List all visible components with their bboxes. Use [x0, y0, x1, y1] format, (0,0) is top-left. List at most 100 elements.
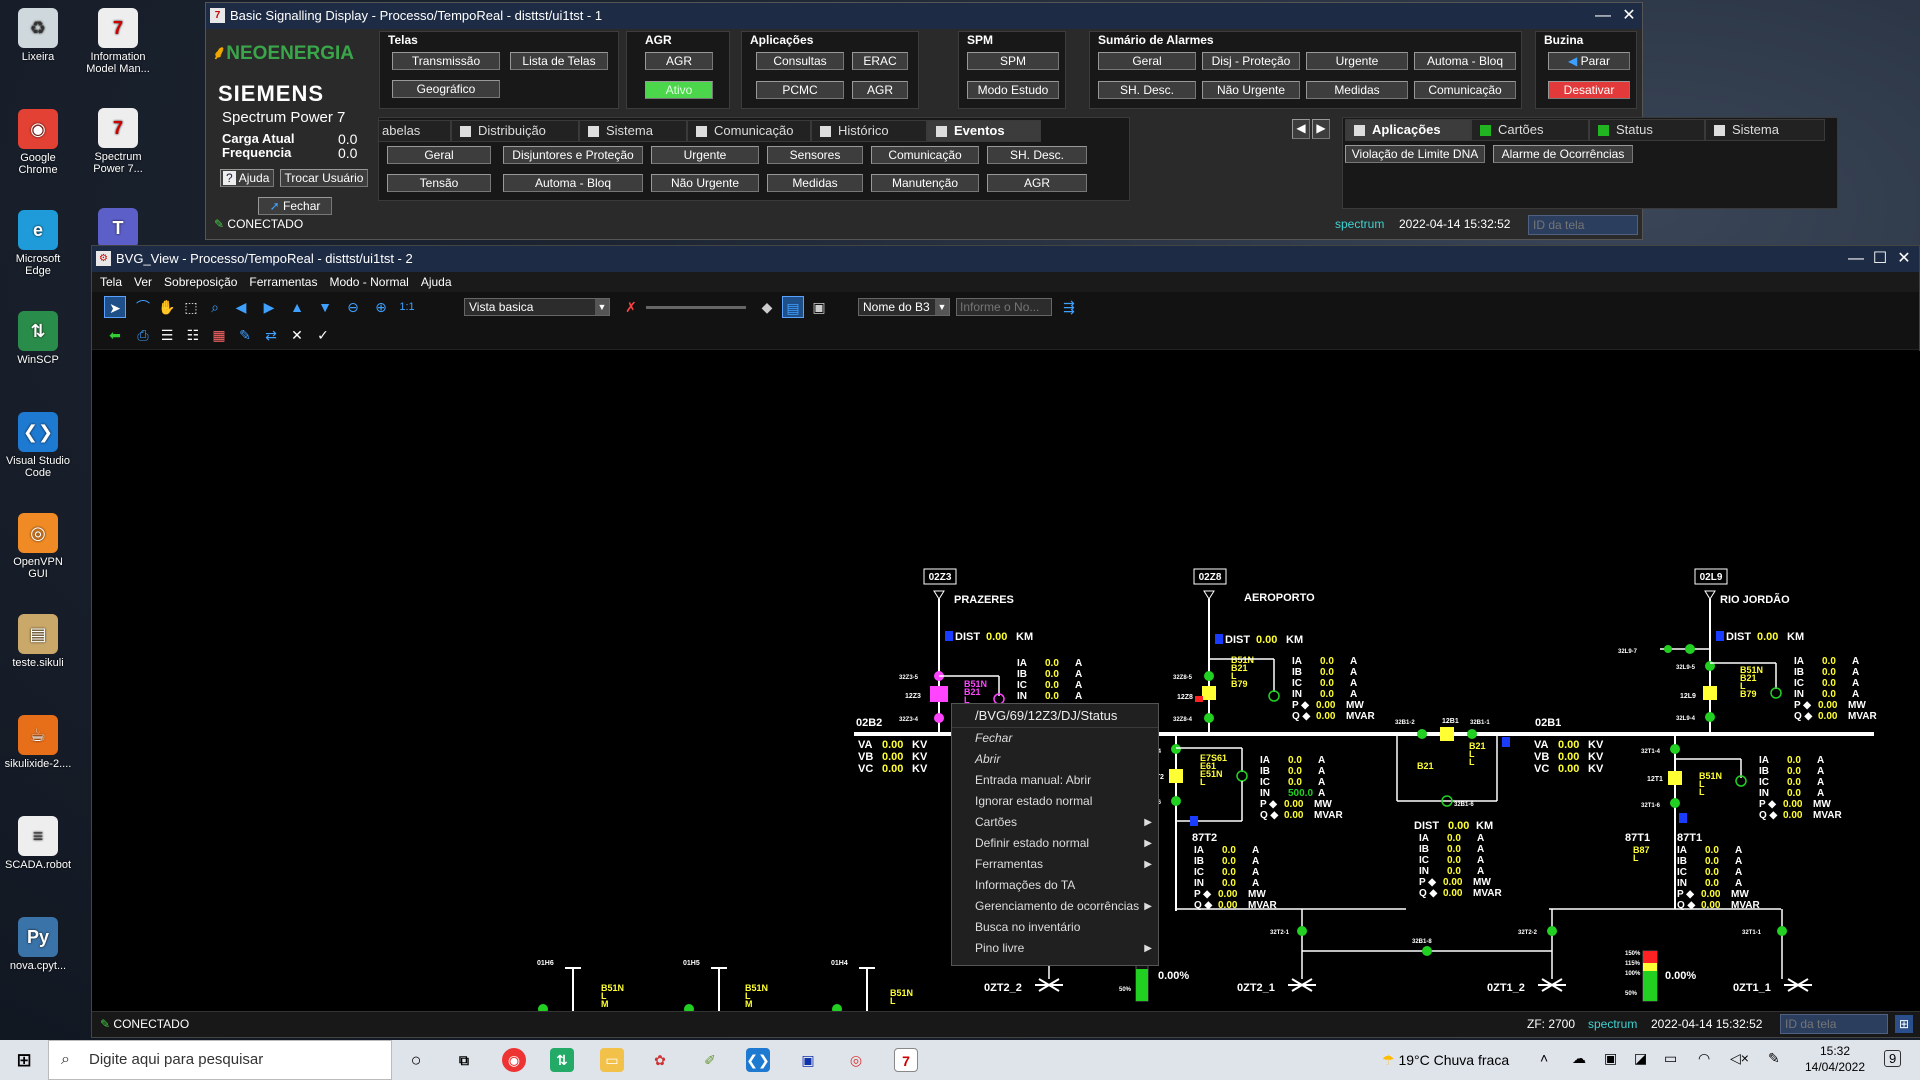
alarm-tab-button[interactable]: Manutenção	[871, 174, 979, 192]
alarm-medidas-button[interactable]: Medidas	[1306, 81, 1408, 99]
desktop-icon[interactable]: ❮❯ Visual Studio Code	[4, 412, 72, 479]
onedrive-icon[interactable]: ☁	[1572, 1050, 1586, 1067]
remote-desktop-icon[interactable]: ▣	[796, 1048, 820, 1072]
tab-3[interactable]: Comunicação	[687, 120, 811, 142]
bvg-id-input[interactable]	[1780, 1014, 1888, 1034]
menu-item[interactable]: Modo - Normal	[329, 275, 408, 289]
alarm-tab-button[interactable]: Sensores	[767, 146, 863, 164]
search-go-icon[interactable]: ⇶	[1058, 296, 1080, 318]
tab-0[interactable]: abelas	[379, 120, 451, 142]
agr-app-button[interactable]: AGR	[852, 81, 908, 99]
layers-icon[interactable]: ◆	[756, 296, 778, 318]
pointer-tool-icon[interactable]: ➤	[104, 296, 126, 318]
back-arrow-icon[interactable]: ⬅	[104, 324, 126, 346]
chart-icon[interactable]: ▦	[208, 324, 230, 346]
tab-1[interactable]: Distribuição	[451, 120, 579, 142]
lista-telas-button[interactable]: Lista de Telas	[510, 52, 608, 70]
arrow-down-icon[interactable]: ▼	[314, 296, 336, 318]
alarm-comunicacao-button[interactable]: Comunicação	[1414, 81, 1516, 99]
context-menu-item[interactable]: Abrir	[952, 749, 1158, 770]
desktop-icon[interactable]: ◎ OpenVPN GUI	[4, 513, 72, 580]
print-icon[interactable]: ⎙	[132, 324, 154, 346]
tab-scroll-left-icon[interactable]: ◀	[1292, 119, 1310, 139]
export-icon[interactable]: ▣	[808, 296, 830, 318]
transmissao-button[interactable]: Transmissão	[392, 52, 500, 70]
context-menu-item[interactable]: Definir estado normal ▶	[952, 833, 1158, 854]
element-name-input[interactable]	[956, 298, 1052, 316]
tab-5[interactable]: Eventos	[927, 120, 1041, 142]
arrow-left-icon[interactable]: ◀	[230, 296, 252, 318]
volume-icon[interactable]: ◁×	[1730, 1050, 1749, 1067]
chrome-taskbar-icon[interactable]: ◉	[502, 1048, 526, 1072]
alarm-nao-urgente-button[interactable]: Não Urgente	[1202, 81, 1300, 99]
app-tab-3[interactable]: Sistema	[1705, 119, 1825, 141]
desktop-icon[interactable]: 7 Information Model Man...	[84, 8, 152, 75]
swap-icon[interactable]: ⇄	[260, 324, 282, 346]
pen-icon[interactable]: ✎	[1768, 1050, 1780, 1067]
context-menu-item[interactable]: Gerenciamento de ocorrências ▶	[952, 896, 1158, 917]
spm-button[interactable]: SPM	[967, 52, 1059, 70]
alarm-tab-button[interactable]: Automa - Bloq	[503, 174, 643, 192]
parar-button[interactable]: ◀ Parar	[1548, 52, 1630, 70]
windows-start-icon[interactable]: ⊞	[12, 1048, 36, 1072]
ajuda-button[interactable]: ? Ajuda	[220, 169, 274, 187]
zoom-slider[interactable]	[646, 306, 746, 309]
desktop-icon[interactable]: ☕ sikulixide-2....	[4, 715, 72, 770]
task-view-icon[interactable]: ⧉	[452, 1048, 476, 1072]
cortana-icon[interactable]: ○	[404, 1048, 428, 1072]
tab-4[interactable]: Histórico	[811, 120, 927, 142]
modo-estudo-button[interactable]: Modo Estudo	[967, 81, 1059, 99]
taskbar-search[interactable]: ⌕ Digite aqui para pesquisar	[48, 1040, 392, 1080]
pan-hand-icon[interactable]: ✋	[156, 296, 178, 318]
name-select[interactable]: Nome do B3 ▼	[858, 298, 950, 316]
zoom-1to1-button[interactable]: 1:1	[396, 296, 418, 318]
context-menu-item[interactable]: Busca no inventário	[952, 917, 1158, 938]
alarm-geral-button[interactable]: Geral	[1098, 52, 1196, 70]
alarm-urgente-button[interactable]: Urgente	[1306, 52, 1408, 70]
spectrum-taskbar-icon[interactable]: 7	[894, 1048, 918, 1072]
maximize-icon[interactable]: ☐	[1869, 248, 1891, 270]
context-menu-item[interactable]: Cartões ▶	[952, 812, 1158, 833]
context-menu-item[interactable]: Fechar	[952, 728, 1158, 749]
menu-item[interactable]: Ferramentas	[249, 275, 317, 289]
alarm-tab-button[interactable]: AGR	[987, 174, 1087, 192]
bsd-id-input[interactable]	[1528, 215, 1638, 235]
notification-icon[interactable]: 9	[1884, 1050, 1902, 1067]
list-icon[interactable]: ☰	[156, 324, 178, 346]
tray-chevron-icon[interactable]: ˄	[1540, 1050, 1548, 1066]
vscode-taskbar-icon[interactable]: ❮❯	[746, 1048, 770, 1072]
arrow-up-icon[interactable]: ▲	[286, 296, 308, 318]
meet-icon[interactable]: ◪	[1634, 1050, 1647, 1067]
menu-item[interactable]: Ver	[134, 275, 152, 289]
minimize-icon[interactable]: —	[1845, 248, 1867, 270]
tab-2[interactable]: Sistema	[579, 120, 687, 142]
view-select[interactable]: Vista basica ▼	[464, 298, 610, 316]
overlay-icon[interactable]: ▤	[782, 296, 804, 318]
menu-item[interactable]: Sobreposição	[164, 275, 237, 289]
desktop-icon[interactable]: ▤ teste.sikuli	[4, 614, 72, 669]
desktop-icon[interactable]: ≡ SCADA.robot	[4, 816, 72, 871]
close-icon[interactable]: ✕	[1618, 5, 1640, 27]
desktop-icon[interactable]: ⇅ WinSCP	[4, 311, 72, 366]
minimize-icon[interactable]: —	[1592, 5, 1614, 27]
desativar-button[interactable]: Desativar	[1548, 81, 1630, 99]
wifi-icon[interactable]: ◠	[1698, 1050, 1710, 1067]
lasso-icon[interactable]: ⌒	[132, 296, 154, 318]
app-tab-0[interactable]: Aplicações	[1345, 119, 1471, 141]
app-tab-button[interactable]: Alarme de Ocorrências	[1493, 145, 1633, 163]
file-explorer-icon[interactable]: ▭	[600, 1048, 624, 1072]
fechar-button[interactable]: ➚ Fechar	[258, 197, 332, 215]
filter-off-icon[interactable]: ✗	[620, 296, 642, 318]
alarm-tab-button[interactable]: SH. Desc.	[987, 146, 1087, 164]
context-menu-item[interactable]: Informações do TA	[952, 875, 1158, 896]
desktop-icon[interactable]: e Microsoft Edge	[4, 210, 72, 277]
alarm-disj-protecao-button[interactable]: Disj - Proteção	[1202, 52, 1300, 70]
tab-scroll-right-icon[interactable]: ▶	[1312, 119, 1330, 139]
desktop-icon[interactable]: 7 Spectrum Power 7...	[84, 108, 152, 175]
close-icon[interactable]: ✕	[1893, 248, 1915, 270]
alarm-automa-bloq-button[interactable]: Automa - Bloq	[1414, 52, 1516, 70]
erac-button[interactable]: ERAC	[852, 52, 908, 70]
taskbar-clock[interactable]: 15:32 14/04/2022	[1800, 1043, 1870, 1075]
openvpn-taskbar-icon[interactable]: ◎	[844, 1048, 868, 1072]
geografico-button[interactable]: Geográfico	[392, 80, 500, 98]
